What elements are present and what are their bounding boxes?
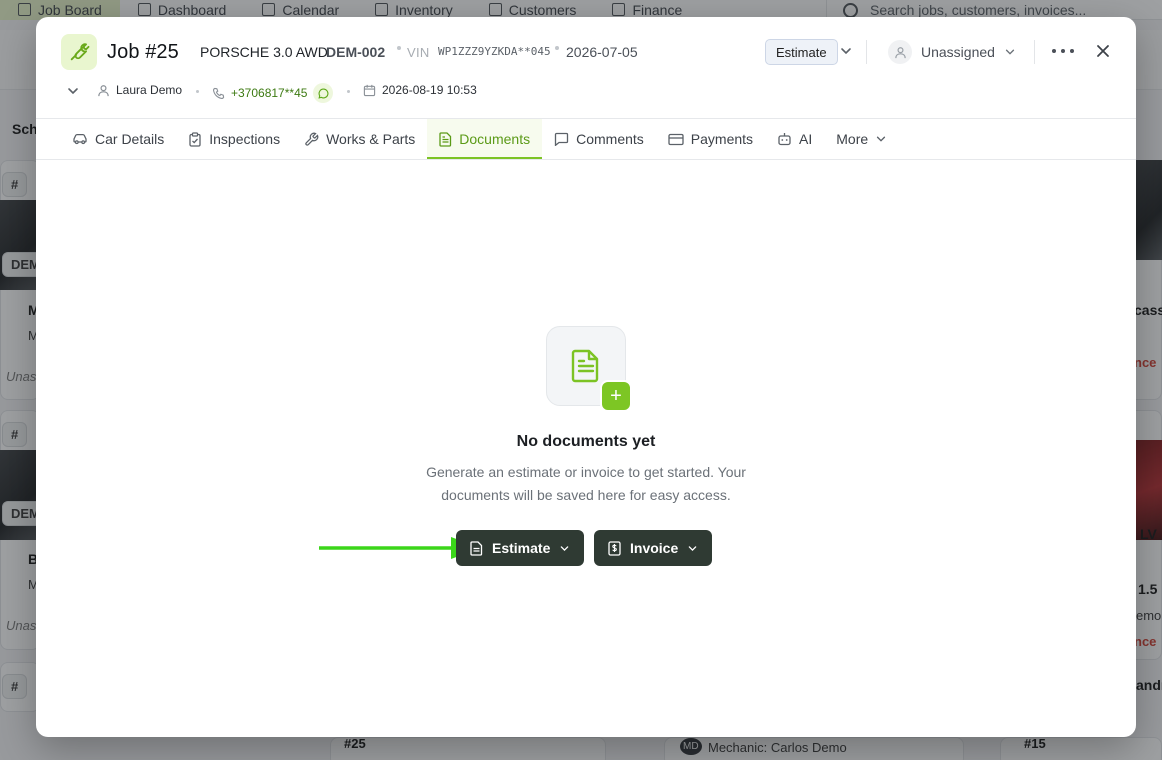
customer-name[interactable]: Laura Demo bbox=[97, 83, 182, 97]
divider bbox=[1034, 40, 1035, 64]
tab-works-parts[interactable]: Works & Parts bbox=[292, 119, 427, 159]
user-icon bbox=[888, 40, 912, 64]
create-invoice-button[interactable]: Invoice bbox=[594, 530, 713, 566]
chevron-down-icon[interactable] bbox=[66, 84, 80, 98]
calendar-icon bbox=[363, 84, 376, 96]
close-icon[interactable] bbox=[1093, 41, 1113, 61]
separator-dot bbox=[347, 90, 350, 93]
chevron-down-icon bbox=[688, 545, 697, 551]
tab-car-details[interactable]: Car Details bbox=[60, 119, 176, 159]
job-modal: Job #25 PORSCHE 3.0 AWD DEM-002 VIN WP1Z… bbox=[36, 17, 1136, 737]
empty-state-title: No documents yet bbox=[516, 433, 656, 450]
phone-icon bbox=[213, 87, 225, 99]
tabs-divider bbox=[36, 159, 1136, 160]
user-icon bbox=[98, 84, 109, 96]
tab-comments[interactable]: Comments bbox=[542, 119, 656, 159]
customer-phone[interactable]: +3706817**45 bbox=[212, 83, 334, 103]
assignee-label: Unassigned bbox=[921, 44, 995, 60]
separator-dot bbox=[397, 46, 401, 50]
comment-icon bbox=[554, 132, 569, 146]
chevron-down-icon[interactable] bbox=[839, 44, 853, 58]
robot-icon bbox=[778, 133, 791, 146]
card-icon bbox=[668, 133, 684, 145]
vin-label: VIN bbox=[407, 45, 430, 60]
create-estimate-button[interactable]: Estimate bbox=[456, 530, 585, 566]
wrench-icon bbox=[305, 132, 319, 146]
plus-icon: + bbox=[600, 380, 632, 412]
tab-ai[interactable]: AI bbox=[765, 119, 824, 159]
more-options-icon[interactable] bbox=[1052, 42, 1074, 60]
car-model: PORSCHE 3.0 AWD bbox=[200, 44, 328, 60]
chevron-down-icon bbox=[561, 545, 569, 551]
separator-dot bbox=[555, 46, 559, 50]
tab-payments[interactable]: Payments bbox=[656, 119, 765, 159]
chevron-down-icon bbox=[877, 136, 886, 142]
vin-value[interactable]: WP1ZZZ9YZKDA**045 bbox=[438, 45, 551, 58]
whatsapp-icon[interactable] bbox=[313, 83, 334, 103]
car-icon bbox=[73, 133, 87, 145]
tab-documents[interactable]: Documents bbox=[427, 119, 543, 159]
wrench-icon bbox=[61, 34, 97, 70]
document-icon bbox=[571, 349, 599, 383]
separator-dot bbox=[196, 90, 199, 93]
assignee-dropdown[interactable]: Unassigned bbox=[888, 40, 1016, 64]
divider bbox=[866, 40, 867, 64]
chevron-down-icon bbox=[1005, 49, 1015, 55]
empty-state-description: Generate an estimate or invoice to get s… bbox=[426, 464, 746, 503]
tab-more[interactable]: More bbox=[824, 119, 899, 159]
clipboard-icon bbox=[189, 131, 201, 147]
invoice-dollar-icon bbox=[608, 540, 621, 556]
job-title: Job #25 bbox=[107, 41, 179, 63]
document-icon bbox=[470, 540, 483, 556]
document-icon bbox=[439, 131, 452, 147]
job-date: 2026-07-05 bbox=[566, 44, 638, 60]
appointment-date[interactable]: 2026-08-19 10:53 bbox=[363, 83, 477, 97]
car-code: DEM-002 bbox=[326, 44, 386, 60]
job-meta-row: Laura Demo +3706817**45 2026-08-19 10:53 bbox=[36, 79, 1136, 109]
tab-inspections[interactable]: Inspections bbox=[176, 119, 292, 159]
modal-header: Job #25 PORSCHE 3.0 AWD DEM-002 VIN WP1Z… bbox=[36, 17, 1136, 83]
status-badge[interactable]: Estimate bbox=[765, 39, 838, 65]
tab-bar: Car Details Inspections Works & Parts Do… bbox=[60, 119, 899, 159]
